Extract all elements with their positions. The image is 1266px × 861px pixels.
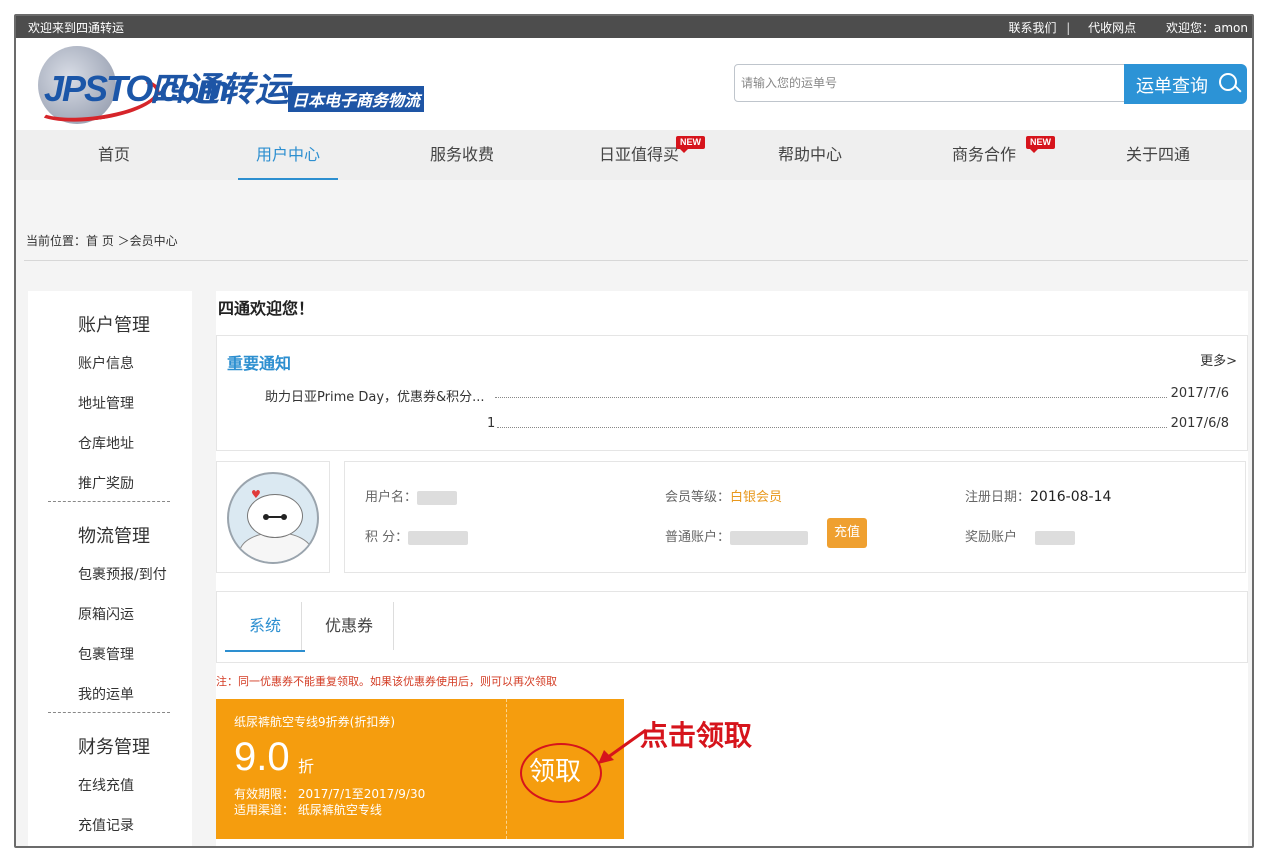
- coupon-note: 注：同一优惠券不能重复领取。如果该优惠券使用后，则可以再次领取: [216, 675, 557, 688]
- claim-coupon-button[interactable]: 领取: [529, 751, 581, 788]
- top-links: 联系我们 | 代收网点 欢迎您：amon: [1002, 19, 1248, 36]
- avatar-box: ♥: [216, 461, 330, 573]
- leader-dots: [495, 397, 1167, 398]
- main-nav: 首页 用户中心 服务收费 日亚值得买 NEW 帮助中心 商务合作 NEW 关于四…: [16, 130, 1252, 180]
- coupon-channel: 适用渠道： 纸尿裤航空专线: [234, 803, 382, 817]
- nav-pricing[interactable]: 服务收费: [412, 130, 512, 180]
- notice-date: 2017/6/8: [1170, 416, 1229, 431]
- avatar-mouth: [267, 516, 283, 518]
- annotation-label: 点击领取: [640, 719, 753, 752]
- user-info-panel: 用户名： 会员等级：白银会员 注册日期：2016-08-14 积 分： 普通账户…: [344, 461, 1246, 573]
- tracking-search-button[interactable]: 运单查询: [1124, 64, 1247, 104]
- coupon-name: 纸尿裤航空专线9折券(折扣券): [234, 715, 395, 729]
- sidebar-group-account: 账户管理: [78, 315, 150, 336]
- coupon-card: 纸尿裤航空专线9折券(折扣券) 9.0 折 有效期限： 2017/7/1至201…: [216, 699, 624, 839]
- notice-panel: 重要通知 更多> 助力日亚Prime Day，优惠券&积分... 2017/7/…: [216, 335, 1248, 451]
- breadcrumb: 当前位置：首 页 ＞会员中心: [26, 234, 178, 248]
- recharge-button[interactable]: 充值: [827, 518, 867, 548]
- sidebar-item-parcel-forecast[interactable]: 包裹预报/到付: [78, 564, 167, 584]
- sidebar-item-waybills[interactable]: 我的运单: [78, 684, 134, 704]
- member-level-value: 白银会员: [730, 490, 783, 505]
- heart-icon: ♥: [251, 488, 261, 501]
- register-date-value: 2016-08-14: [1030, 489, 1112, 505]
- points-label: 积 分：: [365, 530, 409, 545]
- username-redacted: [417, 490, 458, 505]
- sidebar-divider: [48, 501, 170, 502]
- nav-home[interactable]: 首页: [64, 130, 164, 180]
- sidebar-divider: [48, 712, 170, 713]
- tab-divider: [301, 602, 302, 650]
- avatar[interactable]: ♥: [227, 472, 319, 564]
- tracking-input[interactable]: [734, 64, 1126, 102]
- tab-system[interactable]: 系统: [225, 606, 305, 652]
- tab-coupons[interactable]: 优惠券: [309, 606, 389, 646]
- agent-link[interactable]: 代收网点: [1088, 21, 1136, 35]
- top-separator: |: [1066, 21, 1071, 35]
- notice-text[interactable]: 1: [487, 416, 496, 431]
- register-date-field: 注册日期：2016-08-14: [965, 486, 1111, 505]
- coupon-unit: 折: [298, 757, 315, 776]
- search-button-label: 运单查询: [1136, 76, 1208, 97]
- main-panel: 四通欢迎您！ 重要通知 更多> 助力日亚Prime Day，优惠券&积分... …: [216, 291, 1248, 846]
- notice-row[interactable]: 1 2017/6/8: [265, 416, 1229, 432]
- coupon-tabs: 系统 优惠券: [216, 591, 1248, 663]
- notice-row[interactable]: 助力日亚Prime Day，优惠券&积分... 2017/7/6: [265, 386, 1229, 405]
- sidebar: 账户管理 账户信息 地址管理 仓库地址 推广奖励 物流管理 包裹预报/到付 原箱…: [28, 291, 192, 846]
- points-redacted: [408, 530, 469, 545]
- sidebar-item-parcels[interactable]: 包裹管理: [78, 644, 134, 664]
- reward-redacted: [1035, 530, 1076, 545]
- reward-account-field: 奖励账户: [965, 526, 1076, 545]
- sidebar-item-recharge-history[interactable]: 充值记录: [78, 815, 134, 835]
- contact-link[interactable]: 联系我们: [1008, 21, 1056, 35]
- username-label: 用户名：: [365, 490, 418, 505]
- notice-date: 2017/7/6: [1170, 386, 1229, 401]
- sidebar-item-account-info[interactable]: 账户信息: [78, 353, 134, 373]
- welcome-text: 欢迎来到四通转运: [28, 21, 125, 35]
- page-title: 四通欢迎您！: [218, 299, 315, 318]
- leader-dots: [497, 427, 1167, 428]
- sidebar-item-direct-ship[interactable]: 原箱闪运: [78, 604, 134, 624]
- new-badge: NEW: [676, 136, 705, 153]
- new-badge: NEW: [1026, 136, 1055, 153]
- nav-help[interactable]: 帮助中心: [760, 130, 860, 180]
- reward-account-label: 奖励账户: [965, 530, 1018, 545]
- top-bar: 欢迎来到四通转运 联系我们 | 代收网点 欢迎您：amon: [16, 16, 1252, 38]
- register-date-label: 注册日期：: [965, 490, 1031, 505]
- sidebar-item-recharge[interactable]: 在线充值: [78, 775, 134, 795]
- coupon-divider: [506, 699, 507, 839]
- username-field: 用户名：: [365, 486, 458, 505]
- account-label: 普通账户：: [665, 530, 731, 545]
- tracking-search: 运单查询: [734, 64, 1248, 104]
- sidebar-item-address[interactable]: 地址管理: [78, 393, 134, 413]
- tab-divider: [393, 602, 394, 650]
- nav-about[interactable]: 关于四通: [1108, 130, 1208, 180]
- account-field: 普通账户：: [665, 526, 809, 545]
- logo-cn: 四通转运: [150, 70, 290, 110]
- sidebar-item-referral[interactable]: 推广奖励: [78, 473, 134, 493]
- member-level-label: 会员等级：: [665, 490, 731, 505]
- site-logo[interactable]: JPSTO.com 四通转运 日本电子商务物流: [29, 46, 452, 129]
- sidebar-item-warehouse[interactable]: 仓库地址: [78, 433, 134, 453]
- notice-text[interactable]: 助力日亚Prime Day，优惠券&积分...: [265, 386, 485, 405]
- user-greeting[interactable]: 欢迎您：amon: [1166, 21, 1248, 35]
- logo-subtitle: 日本电子商务物流: [288, 86, 425, 112]
- coupon-value: 9.0: [234, 735, 290, 779]
- nav-business[interactable]: 商务合作: [934, 130, 1034, 180]
- divider: [24, 260, 1248, 261]
- header: JPSTO.com 四通转运 日本电子商务物流 运单查询: [16, 38, 1252, 130]
- coupon-validity: 有效期限： 2017/7/1至2017/9/30: [234, 787, 426, 801]
- account-redacted: [730, 530, 809, 545]
- notice-more-link[interactable]: 更多>: [1200, 350, 1237, 369]
- member-level-field: 会员等级：白银会员: [665, 486, 782, 505]
- search-icon: [1219, 73, 1237, 91]
- nav-user-center[interactable]: 用户中心: [238, 130, 338, 180]
- points-field: 积 分：: [365, 526, 469, 545]
- notice-title: 重要通知: [227, 354, 292, 373]
- sidebar-group-logistics: 物流管理: [78, 526, 150, 547]
- sidebar-group-finance: 财务管理: [78, 737, 150, 758]
